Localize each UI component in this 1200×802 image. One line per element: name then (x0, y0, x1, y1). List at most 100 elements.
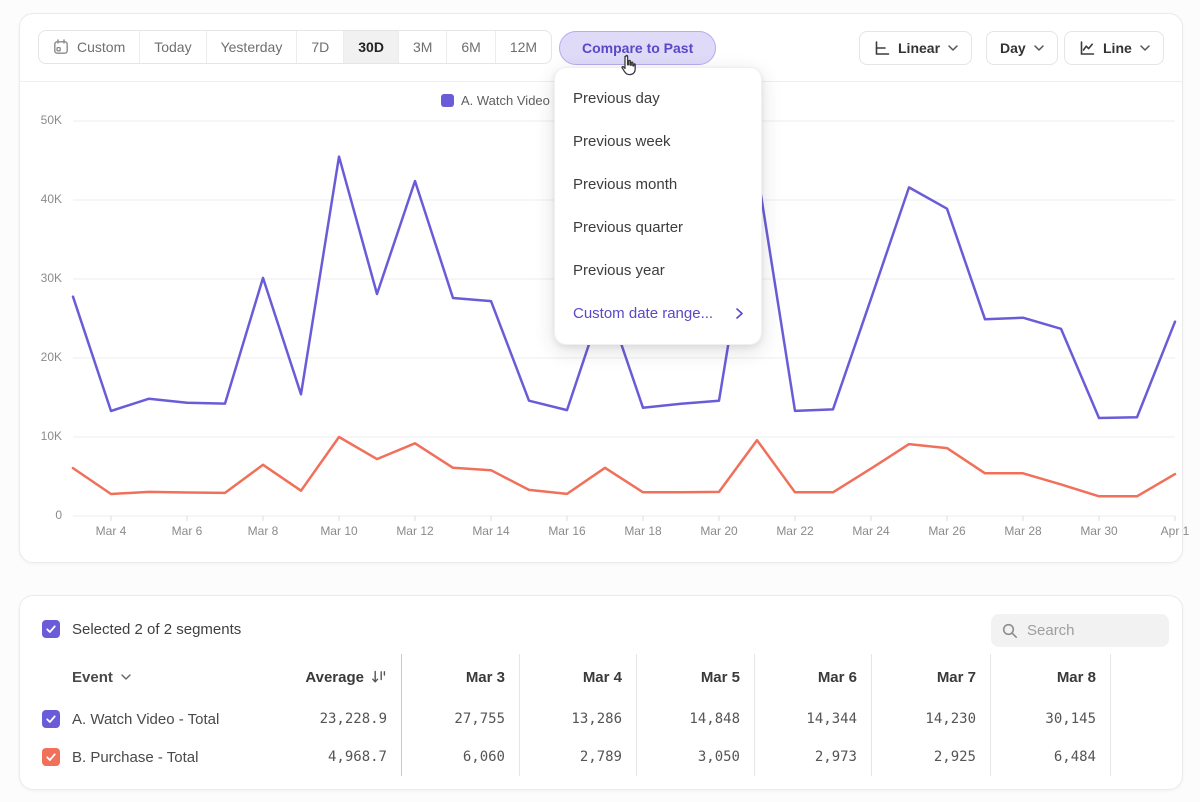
chart-card: CustomTodayYesterday7D30D3M6M12M Compare… (19, 13, 1183, 563)
menu-item-previous-quarter[interactable]: Previous quarter (555, 206, 761, 249)
x-axis-tick-label: Mar 14 (460, 524, 522, 538)
average-value: 23,228.9 (320, 711, 387, 727)
chevron-down-icon (1140, 45, 1150, 51)
x-axis-tick-label: Mar 20 (688, 524, 750, 538)
x-axis-tick-label: Mar 26 (916, 524, 978, 538)
date-column-header[interactable]: Mar 4 (519, 654, 636, 700)
y-axis-tick-label: 20K (20, 350, 62, 364)
value-cell-truncated: 15, (1110, 700, 1200, 738)
date-header-label: Mar 4 (583, 669, 622, 686)
cell-value: 27,755 (454, 711, 505, 727)
date-range-custom[interactable]: Custom (39, 31, 139, 63)
date-range-6m[interactable]: 6M (446, 31, 494, 63)
date-range-3m[interactable]: 3M (398, 31, 446, 63)
cell-value: 13,286 (571, 711, 622, 727)
date-range-today[interactable]: Today (139, 31, 205, 63)
date-header-label: Mar 8 (1057, 669, 1096, 686)
chevron-down-icon (1034, 45, 1044, 51)
average-value: 4,968.7 (328, 749, 387, 765)
cell-value: 6,060 (463, 749, 505, 765)
value-cell: 30,145 (990, 700, 1110, 738)
date-column-header[interactable]: Mar 3 (401, 654, 519, 700)
date-column-header[interactable]: Mar 7 (871, 654, 990, 700)
analytics-dashboard: { "toolbar": { "date_ranges": [ {"label"… (0, 0, 1200, 802)
scale-dropdown-label: Linear (898, 40, 940, 56)
x-axis-tick-label: Apr 1 (1144, 524, 1200, 538)
x-axis-tick-label: Mar 22 (764, 524, 826, 538)
x-axis-tick-label: Mar 12 (384, 524, 446, 538)
date-range-30d[interactable]: 30D (343, 31, 398, 63)
date-header-label: Mar 5 (701, 669, 740, 686)
y-axis-tick-label: 0 (20, 508, 62, 522)
series-line-b-purchase-total[interactable] (73, 437, 1175, 496)
x-axis-tick-label: Mar 30 (1068, 524, 1130, 538)
legend-swatch (441, 94, 454, 107)
average-value-cell: 4,968.7 (282, 738, 401, 776)
cell-value: 14,344 (806, 711, 857, 727)
date-range-label: Yesterday (221, 39, 283, 55)
date-range-label: Today (154, 39, 191, 55)
date-range-label: Custom (77, 39, 125, 55)
event-header-label: Event (72, 669, 113, 686)
chevron-right-icon (736, 308, 743, 319)
x-axis-tick-label: Mar 10 (308, 524, 370, 538)
menu-item-previous-week[interactable]: Previous week (555, 120, 761, 163)
average-header-label: Average (305, 669, 364, 686)
y-axis-tick-label: 10K (20, 429, 62, 443)
chart-type-dropdown-button[interactable]: Line (1064, 31, 1164, 65)
value-cell: 2,925 (871, 738, 990, 776)
hand-cursor-icon (616, 53, 642, 79)
menu-item-previous-month[interactable]: Previous month (555, 163, 761, 206)
scale-dropdown-button[interactable]: Linear (859, 31, 972, 65)
search-input[interactable] (1027, 622, 1157, 639)
line-chart-icon (1078, 40, 1095, 56)
y-axis-tick-label: 40K (20, 192, 62, 206)
value-cell: 14,230 (871, 700, 990, 738)
checkmark-icon (45, 713, 57, 725)
chevron-down-icon (948, 45, 958, 51)
search-box (991, 614, 1169, 647)
segment-checkbox[interactable] (42, 710, 60, 728)
cell-value: 14,230 (925, 711, 976, 727)
x-axis-tick-label: Mar 16 (536, 524, 598, 538)
x-axis-tick-label: Mar 6 (156, 524, 218, 538)
menu-item-previous-day[interactable]: Previous day (555, 77, 761, 120)
select-all-checkbox[interactable] (42, 620, 60, 638)
date-range-yesterday[interactable]: Yesterday (206, 31, 297, 63)
segment-name: A. Watch Video - Total (72, 711, 219, 728)
selected-segments-label: Selected 2 of 2 segments (72, 621, 241, 638)
date-column-header-truncated: M (1110, 654, 1200, 700)
menu-item-custom-date-range[interactable]: Custom date range... (555, 292, 761, 335)
date-range-label: 12M (510, 39, 537, 55)
value-cell: 2,789 (519, 738, 636, 776)
date-header-label: Mar 3 (466, 669, 505, 686)
event-column-header[interactable]: Event (20, 654, 282, 700)
compare-to-past-menu: Previous dayPrevious weekPrevious monthP… (554, 67, 762, 345)
segment-row-label: B. Purchase - Total (20, 738, 282, 776)
selected-segments-row: Selected 2 of 2 segments (42, 620, 241, 638)
date-range-label: 7D (311, 39, 329, 55)
cell-value: 2,925 (934, 749, 976, 765)
date-column-header[interactable]: Mar 8 (990, 654, 1110, 700)
segment-row-label: A. Watch Video - Total (20, 700, 282, 738)
cell-value: 14,848 (689, 711, 740, 727)
value-cell: 27,755 (401, 700, 519, 738)
date-range-7d[interactable]: 7D (296, 31, 343, 63)
date-range-12m[interactable]: 12M (495, 31, 551, 63)
sort-descending-icon (371, 670, 387, 684)
menu-item-previous-year[interactable]: Previous year (555, 249, 761, 292)
linear-axis-icon (873, 40, 890, 56)
segment-checkbox[interactable] (42, 748, 60, 766)
y-axis-tick-label: 50K (20, 113, 62, 127)
chart-type-dropdown-label: Line (1103, 40, 1132, 56)
value-cell: 14,344 (754, 700, 871, 738)
value-cell: 2,973 (754, 738, 871, 776)
average-column-header[interactable]: Average (282, 654, 401, 700)
date-range-segmented-control: Custom Today Yesterday 7D 30D3M6M 12M (38, 30, 552, 64)
date-column-header[interactable]: Mar 5 (636, 654, 754, 700)
date-header-label: Mar 7 (937, 669, 976, 686)
average-value-cell: 23,228.9 (282, 700, 401, 738)
interval-dropdown-button[interactable]: Day (986, 31, 1058, 65)
cell-value: 3,050 (698, 749, 740, 765)
date-column-header[interactable]: Mar 6 (754, 654, 871, 700)
